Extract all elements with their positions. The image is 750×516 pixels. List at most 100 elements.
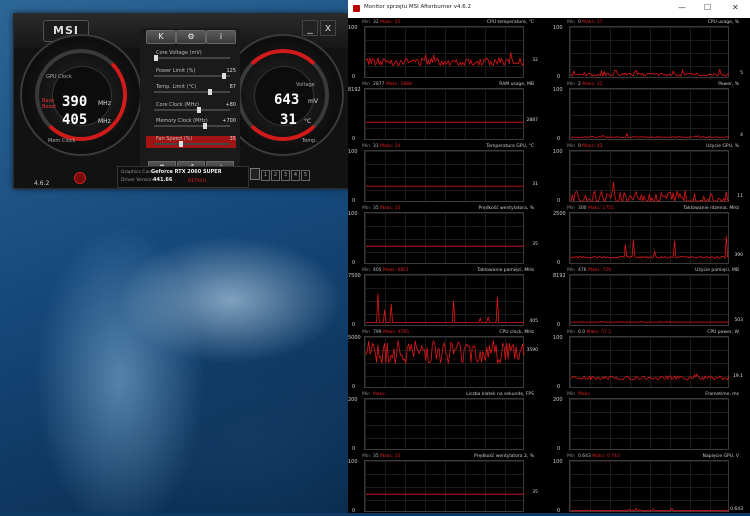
graph-title: Power, % (718, 82, 739, 87)
temp-limit-knob[interactable] (208, 89, 212, 95)
profile-2[interactable]: 2 (271, 170, 280, 181)
max-label: Maks (380, 454, 392, 459)
minimize-button[interactable]: — (678, 3, 686, 12)
min-value: 31 (372, 144, 379, 149)
graph-line-svg (366, 293, 524, 323)
profile-5[interactable]: 5 (301, 170, 310, 181)
graph-plot[interactable] (364, 274, 524, 326)
temp-limit-label: Temp. Limit (°C) (156, 84, 197, 90)
graph-plot[interactable] (569, 274, 729, 326)
max-value: 1755 (602, 206, 614, 211)
graph-plot[interactable] (364, 26, 525, 78)
graph-series-line (571, 507, 729, 512)
graph-series-line (365, 52, 525, 67)
graph-minmax: Min: 32 Maks: 55 (362, 20, 401, 25)
graph-current-value: 2887 (526, 118, 538, 124)
graph-minmax: Min: 0.643 Maks: 0.743 (567, 454, 620, 459)
minimize-button[interactable]: _ (302, 20, 318, 36)
core-voltage-slider[interactable]: Core Voltage (mV) (146, 50, 236, 62)
graph-line-svg (365, 399, 525, 451)
temp-unit: °C (304, 118, 312, 125)
graph-title: Taktowanie rdzenia, MHz (683, 206, 739, 211)
graph-plot[interactable] (364, 150, 524, 202)
memory-clock-slider[interactable]: Memory Clock (MHz) +700 (146, 118, 236, 130)
fan-speed-slider[interactable]: Fan Speed (%) 35 (146, 136, 236, 148)
graph-line-svg (570, 68, 730, 78)
mem-clock-unit: MHz (98, 118, 111, 125)
graph-line-svg (570, 236, 730, 259)
graph-ymax: 100 (553, 459, 563, 465)
core-clock-knob[interactable] (197, 107, 202, 113)
graph-series-line (570, 236, 730, 259)
graph-ymax: 8192 (553, 273, 566, 279)
graph-plot[interactable] (569, 460, 729, 512)
core-clock-slider[interactable]: Core Clock (MHz) +80 (146, 102, 236, 114)
graph-panel-cpu-temperature-c: 100 Min: 32 Maks: 55 CPU temperature, °C 0 3… (348, 20, 538, 82)
min-value: 35 (372, 206, 379, 211)
min-label: Min (362, 268, 370, 273)
close-button[interactable]: x (320, 20, 336, 36)
graph-title: Prędkość wentylatora 2, % (474, 454, 534, 459)
core-clock-track[interactable] (154, 109, 230, 111)
tab-settings[interactable]: ⚙ (176, 30, 206, 44)
graph-ymax: 200 (553, 397, 563, 403)
memory-clock-label: Memory Clock (MHz) (156, 118, 208, 124)
max-label: Maks (382, 268, 395, 273)
graph-panel-prędkość-wentylatora-2: 100 Min: 35 Maks: 35 Prędkość wentylatora … (348, 454, 538, 516)
graph-plot[interactable] (569, 336, 730, 388)
min-label: Min (362, 330, 370, 335)
graph-line-svg (366, 493, 524, 495)
graph-title: CPU clock, MHz (499, 330, 534, 335)
graph-plot[interactable] (569, 150, 730, 203)
fan-speed-track[interactable] (154, 143, 230, 145)
tab-oc-scanner[interactable]: K (146, 30, 176, 44)
graph-series-line (570, 181, 730, 203)
profile-4[interactable]: 4 (291, 170, 300, 181)
graph-plot[interactable] (364, 88, 524, 140)
graph-ymin: 0 (557, 198, 561, 204)
close-button[interactable]: ✕ (732, 3, 739, 12)
memory-clock-track[interactable] (154, 125, 230, 127)
core-voltage-track[interactable] (154, 57, 230, 59)
min-label: Min (362, 82, 370, 87)
profile-1[interactable]: 1 (261, 170, 270, 181)
graph-plot[interactable] (364, 336, 525, 388)
graph-plot[interactable] (569, 26, 730, 78)
power-limit-knob[interactable] (222, 73, 227, 79)
tab-info[interactable]: i (206, 30, 236, 44)
power-limit-slider[interactable]: Power Limit (%) 125 (146, 68, 236, 80)
detach-link[interactable]: DETACH (188, 179, 206, 184)
graph-current-value: 3590 (526, 348, 538, 354)
graph-panel-prędkość-wentylatora: 100 Min: 35 Maks: 35 Prędkość wentylatora,… (348, 206, 538, 268)
startup-icon[interactable] (74, 172, 86, 184)
graph-plot[interactable] (569, 398, 729, 450)
memory-clock-knob[interactable] (202, 123, 207, 129)
graph-panel-napięcie-gpu-v: 100 Min: 0.643 Maks: 0.743 Napięcie GPU, V… (553, 454, 743, 516)
min-label: Min (567, 144, 575, 149)
graph-title: Temperatura GPU, °C (486, 144, 534, 149)
core-voltage-knob[interactable] (154, 55, 158, 61)
graph-plot[interactable] (569, 212, 730, 264)
maximize-button[interactable]: ☐ (704, 3, 711, 12)
graphics-card-key: Graphics Card: (121, 170, 155, 175)
graph-plot[interactable] (364, 212, 524, 264)
min-value: 0.643 (577, 454, 591, 459)
lock-icon[interactable] (250, 168, 260, 180)
min-label: Min (567, 454, 575, 459)
graph-panel-taktowanie-pamięci-mhz: 7500 Min: 405 Maks: 6851 Taktowanie pamięc… (348, 268, 538, 330)
fan-speed-knob[interactable] (179, 141, 184, 147)
power-limit-track[interactable] (154, 75, 230, 77)
max-value: 34 (394, 144, 401, 149)
profile-3[interactable]: 3 (281, 170, 290, 181)
graph-ymax: 100 (348, 459, 358, 465)
gpu-clock-label: GPU Clock (46, 74, 72, 80)
graph-plot[interactable] (364, 398, 524, 450)
temp-limit-slider[interactable]: Temp. Limit (°C) 87 (146, 84, 236, 96)
graph-plot[interactable] (364, 460, 524, 512)
graph-current-value: 35 (532, 490, 538, 496)
graph-plot[interactable] (569, 88, 730, 140)
temp-limit-track[interactable] (154, 91, 230, 93)
graph-minmax: Min: 300 Maks: 1755 (567, 206, 614, 211)
graph-panel-liczba-klatek-na-sekundę-fps: 200 Min: Maks: Liczba klatek na sekundę, … (348, 392, 538, 454)
min-value: 6.0 (577, 330, 586, 335)
